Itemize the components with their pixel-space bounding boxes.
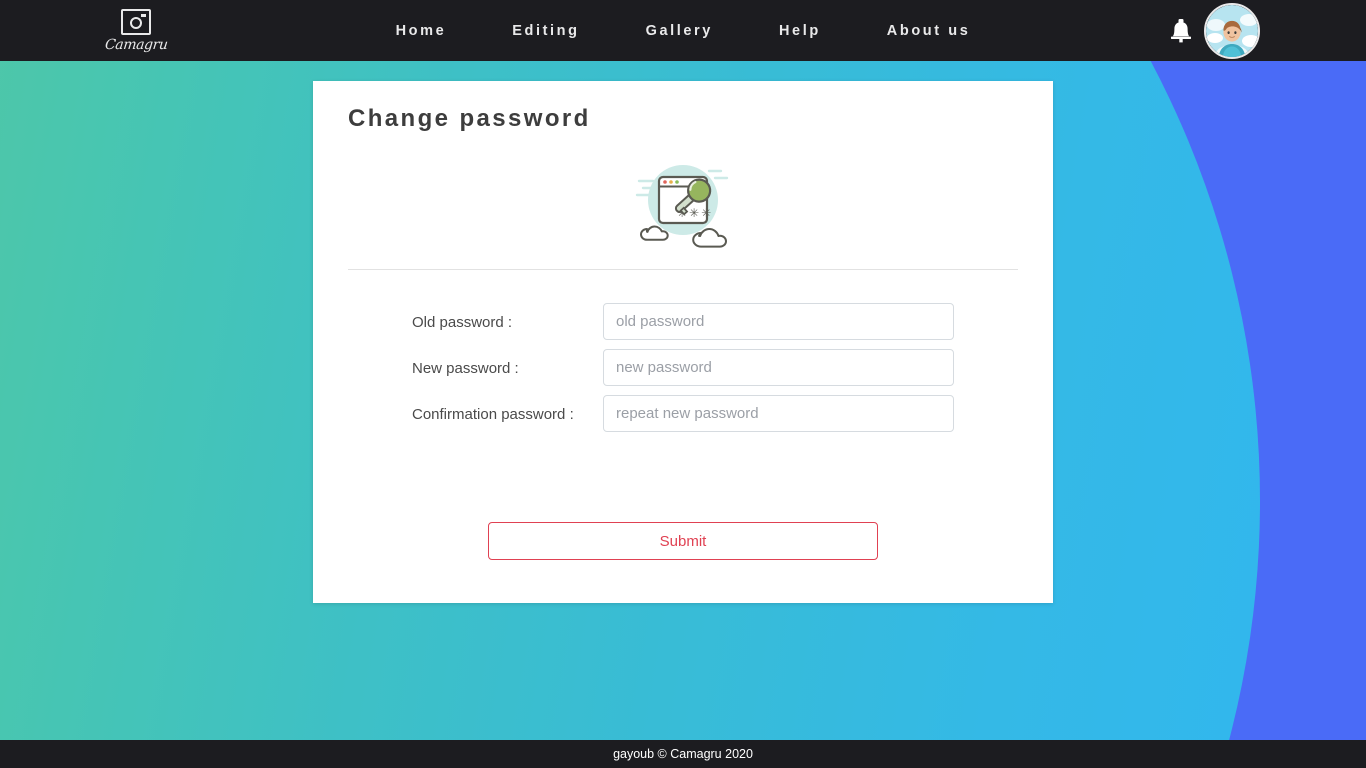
- submit-button[interactable]: Submit: [488, 522, 878, 560]
- confirmation-password-label: Confirmation password :: [412, 406, 574, 423]
- page-footer: gayoub © Camagru 2020: [0, 740, 1366, 768]
- change-password-form: Old password : New password : Confirmati…: [313, 303, 1053, 441]
- nav-item-gallery[interactable]: Gallery: [613, 23, 746, 39]
- password-illustration: ✳✳✳: [313, 155, 1053, 253]
- new-password-label: New password :: [412, 360, 519, 377]
- new-password-input[interactable]: [603, 349, 954, 386]
- form-row-confirmation-password: Confirmation password :: [313, 395, 1053, 432]
- nav-item-home[interactable]: Home: [363, 23, 480, 39]
- nav-item-help[interactable]: Help: [746, 23, 854, 39]
- old-password-input[interactable]: [603, 303, 954, 340]
- header-right-actions: [1168, 0, 1366, 61]
- confirmation-password-input[interactable]: [603, 395, 954, 432]
- page-title: Change password: [348, 105, 591, 132]
- notification-bell-icon[interactable]: [1168, 16, 1194, 46]
- nav-item-editing[interactable]: Editing: [479, 23, 612, 39]
- avatar[interactable]: [1204, 2, 1260, 59]
- form-row-old-password: Old password :: [313, 303, 1053, 340]
- nav-item-about-us[interactable]: About us: [854, 23, 1004, 39]
- form-row-new-password: New password :: [313, 349, 1053, 386]
- footer-copyright-text: gayoub © Camagru 2020: [613, 747, 753, 761]
- old-password-label: Old password :: [412, 314, 513, 331]
- section-divider: [348, 269, 1018, 270]
- main-nav: Home Editing Gallery Help About us: [0, 0, 1366, 61]
- change-password-card: Change password ✳✳✳ Old password: New p…: [313, 81, 1053, 603]
- top-navigation-bar: Camagru Home Editing Gallery Help About …: [0, 0, 1366, 61]
